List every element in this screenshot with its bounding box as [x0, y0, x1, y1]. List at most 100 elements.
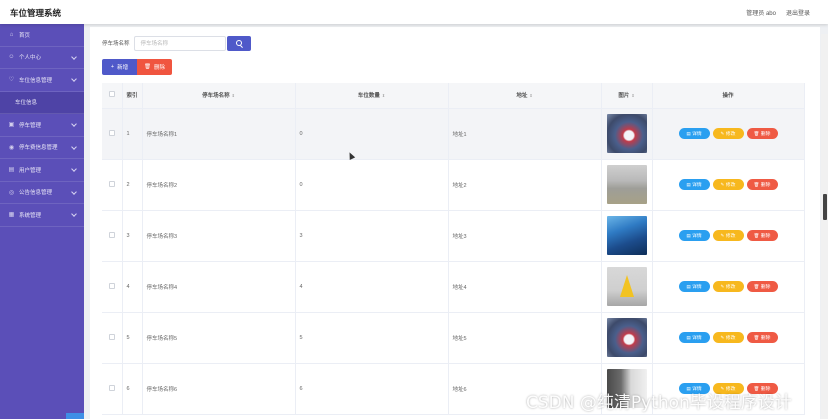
- sidebar-subitem-parking-info[interactable]: 车位信息: [0, 91, 84, 114]
- column-header-index: 索引: [122, 83, 143, 109]
- detail-button[interactable]: ▤ 详情: [678, 332, 710, 343]
- cell-actions: ▤ 详情 ✎ 修改 🗑 删除: [652, 363, 805, 415]
- cell-actions: ▤ 详情 ✎ 修改 🗑 删除: [652, 312, 805, 364]
- cell-count: 5: [295, 312, 449, 364]
- row-select-cell[interactable]: [102, 210, 123, 262]
- parking-image[interactable]: [606, 369, 647, 408]
- chevron-down-icon: [71, 188, 77, 195]
- row-checkbox[interactable]: [108, 333, 115, 340]
- row-checkbox[interactable]: [108, 384, 115, 391]
- sidebar-item-label: 用户管理: [19, 167, 42, 174]
- chevron-down-icon: [71, 143, 77, 150]
- detail-button[interactable]: ▤ 详情: [678, 281, 710, 292]
- sort-icon[interactable]: ⇕: [529, 93, 532, 98]
- select-all-cell[interactable]: [102, 83, 123, 109]
- edit-button[interactable]: ✎ 修改: [712, 332, 744, 343]
- chevron-down-icon: [71, 53, 77, 60]
- column-header-image[interactable]: 图片 ⇕: [601, 83, 653, 109]
- sidebar-item-label: 停车管理: [19, 122, 42, 129]
- doc-icon: ▤: [686, 283, 691, 289]
- delete-button[interactable]: 🗑 删除: [746, 281, 778, 292]
- logout-link[interactable]: 退出登录: [786, 8, 810, 17]
- parking-image[interactable]: [606, 216, 647, 255]
- doc-icon: ▤: [686, 181, 691, 187]
- row-select-cell[interactable]: [102, 261, 123, 313]
- row-checkbox[interactable]: [108, 282, 115, 289]
- sort-icon[interactable]: ⇕: [232, 93, 235, 98]
- column-header-count[interactable]: 车位数量 ⇕: [295, 83, 449, 109]
- trash-icon: 🗑: [753, 334, 760, 340]
- doc-icon: ▤: [686, 334, 691, 340]
- detail-button[interactable]: ▤ 详情: [678, 179, 710, 190]
- row-checkbox[interactable]: [108, 129, 115, 136]
- edit-button[interactable]: ✎ 修改: [712, 230, 744, 241]
- delete-button-label: 删除: [153, 65, 165, 71]
- row-checkbox[interactable]: [108, 231, 115, 238]
- cell-index: 5: [122, 312, 143, 364]
- row-checkbox[interactable]: [108, 180, 115, 187]
- page-scrollbar-track[interactable]: [821, 34, 828, 419]
- sidebar-item-parking-manage[interactable]: ▣ 停车管理: [0, 114, 84, 137]
- trash-icon: 🗑: [144, 64, 151, 70]
- cell-image: [601, 108, 653, 160]
- row-select-cell[interactable]: [102, 159, 123, 211]
- user-label[interactable]: 管理员 abo: [746, 8, 776, 17]
- row-select-cell[interactable]: [102, 363, 123, 415]
- row-select-cell[interactable]: [102, 108, 123, 160]
- cell-actions: ▤ 详情 ✎ 修改 🗑 删除: [652, 108, 805, 160]
- parking-image[interactable]: [606, 114, 647, 153]
- row-select-cell[interactable]: [102, 312, 123, 364]
- edit-button[interactable]: ✎ 修改: [712, 179, 744, 190]
- search-input[interactable]: 停车场名称: [133, 35, 226, 51]
- sort-icon[interactable]: ⇕: [382, 93, 385, 98]
- cell-name: 停车场名称4: [142, 261, 296, 313]
- cell-address: 地址2: [448, 159, 602, 211]
- cell-name: 停车场名称5: [142, 312, 296, 364]
- sidebar-item-home[interactable]: ⌂ 首页: [0, 24, 84, 47]
- sidebar-item-users[interactable]: ▤ 用户管理: [0, 159, 84, 182]
- app-title: 车位管理系统: [10, 8, 62, 18]
- edit-button[interactable]: ✎ 修改: [712, 281, 744, 292]
- search-button[interactable]: [226, 35, 251, 51]
- sidebar-item-system[interactable]: ▦ 系统管理: [0, 204, 84, 227]
- sidebar-item-fee[interactable]: ◉ 停车费信息管理: [0, 137, 84, 159]
- detail-button[interactable]: ▤ 详情: [678, 383, 710, 394]
- sort-icon[interactable]: ⇕: [631, 93, 634, 98]
- search-icon: [235, 40, 242, 46]
- delete-button[interactable]: 🗑 删除: [746, 383, 778, 394]
- delete-button[interactable]: 🗑 删除: [746, 230, 778, 241]
- sidebar-item-parking-info[interactable]: ♡ 车位信息管理: [0, 69, 84, 92]
- column-header-address[interactable]: 地址 ⇕: [448, 83, 602, 109]
- delete-button[interactable]: 🗑 删除: [746, 332, 778, 343]
- sidebar-item-profile[interactable]: ☺ 个人中心: [0, 47, 84, 69]
- sidebar-item-label: 车位信息: [15, 100, 38, 107]
- car-icon: ▣: [8, 122, 15, 129]
- search-bar: 停车场名称 停车场名称: [102, 35, 251, 51]
- detail-button[interactable]: ▤ 详情: [678, 230, 710, 241]
- sidebar: ⌂ 首页 ☺ 个人中心 ♡ 车位信息管理 车位信息 ▣ 停车管理 ◉ 停车费信息…: [0, 24, 84, 419]
- trash-icon: 🗑: [753, 283, 760, 289]
- chevron-down-icon: [71, 211, 77, 217]
- batch-delete-button[interactable]: 🗑 删除: [137, 59, 172, 75]
- parking-image[interactable]: [606, 318, 647, 357]
- header-user-area: 管理员 abo 退出登录: [746, 8, 810, 17]
- sidebar-item-notice[interactable]: ◎ 公告信息管理: [0, 182, 84, 204]
- parking-image[interactable]: [606, 165, 647, 204]
- detail-button[interactable]: ▤ 详情: [678, 128, 710, 139]
- cell-count: 3: [295, 210, 449, 262]
- delete-button[interactable]: 🗑 删除: [746, 179, 778, 190]
- delete-button[interactable]: 🗑 删除: [746, 128, 778, 139]
- edit-button[interactable]: ✎ 修改: [712, 383, 744, 394]
- add-button[interactable]: + 新增: [102, 59, 137, 75]
- pencil-icon: ✎: [720, 334, 725, 340]
- chevron-down-icon: [71, 76, 77, 82]
- column-header-name[interactable]: 停车场名称 ⇕: [142, 83, 296, 109]
- pencil-icon: ✎: [720, 232, 725, 238]
- table-row: 4 停车场名称4 4 地址4 ▤ 详情 ✎ 修改 🗑 删除: [102, 261, 805, 313]
- doc-icon: ▤: [686, 130, 691, 136]
- select-all-checkbox[interactable]: [108, 91, 115, 98]
- parking-image[interactable]: [606, 267, 647, 306]
- page-scrollbar-thumb[interactable]: [823, 194, 827, 220]
- table-row: 1 停车场名称1 0 地址1 ▤ 详情 ✎ 修改 🗑 删除: [102, 108, 805, 160]
- edit-button[interactable]: ✎ 修改: [712, 128, 744, 139]
